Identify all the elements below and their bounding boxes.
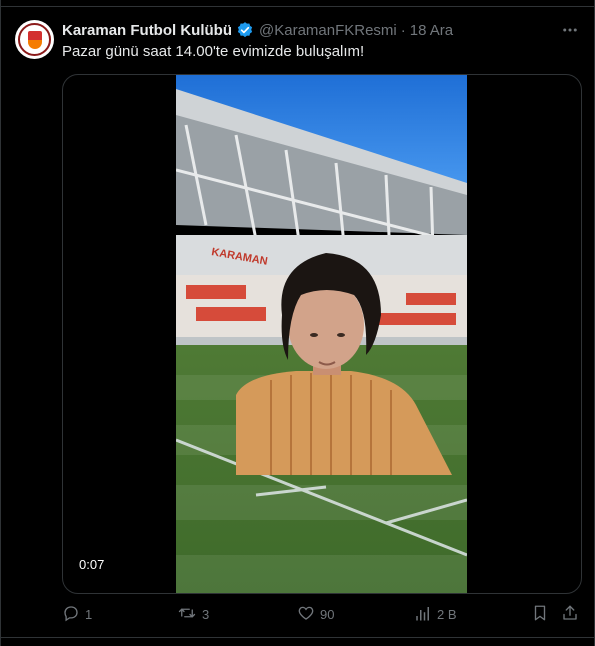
- retweet-icon: [177, 604, 197, 625]
- verified-badge-icon: [236, 21, 254, 39]
- tweet-text: Pazar günü saat 14.00'te evimizde buluşa…: [62, 43, 365, 60]
- reply-count: 1: [85, 606, 93, 622]
- club-logo: [18, 23, 51, 56]
- tweet-actions: 1 3 90 2 B: [62, 603, 580, 625]
- top-divider: [0, 0, 595, 7]
- like-count: 90: [320, 606, 335, 622]
- handle[interactable]: @KaramanFKResmi: [259, 22, 397, 39]
- video-duration: 0:07: [75, 555, 109, 574]
- retweet-button[interactable]: 3: [177, 603, 209, 625]
- separator: ·: [400, 21, 406, 39]
- more-icon[interactable]: [560, 20, 580, 40]
- like-icon: [297, 604, 315, 625]
- views-count: 2 B: [437, 606, 457, 622]
- display-name[interactable]: Karaman Futbol Kulübü: [62, 22, 232, 39]
- video-player[interactable]: KARAMAN 0:07: [62, 74, 582, 594]
- bottom-divider: [0, 637, 595, 638]
- share-button[interactable]: [561, 603, 579, 625]
- bookmark-button[interactable]: [531, 603, 549, 625]
- reply-icon: [62, 604, 80, 625]
- like-button[interactable]: 90: [297, 603, 334, 625]
- avatar[interactable]: [15, 20, 54, 59]
- left-border: [0, 0, 1, 646]
- video-thumbnail: KARAMAN: [176, 75, 467, 593]
- share-icon: [561, 604, 579, 625]
- retweet-count: 3: [202, 606, 210, 622]
- views-button[interactable]: 2 B: [414, 603, 457, 625]
- views-icon: [414, 604, 432, 625]
- video-frame[interactable]: KARAMAN: [176, 75, 467, 593]
- reply-button[interactable]: 1: [62, 603, 92, 625]
- tweet-header: Karaman Futbol Kulübü @KaramanFKResmi · …: [62, 20, 453, 40]
- bookmark-icon: [531, 604, 549, 625]
- timestamp[interactable]: 18 Ara: [410, 22, 453, 39]
